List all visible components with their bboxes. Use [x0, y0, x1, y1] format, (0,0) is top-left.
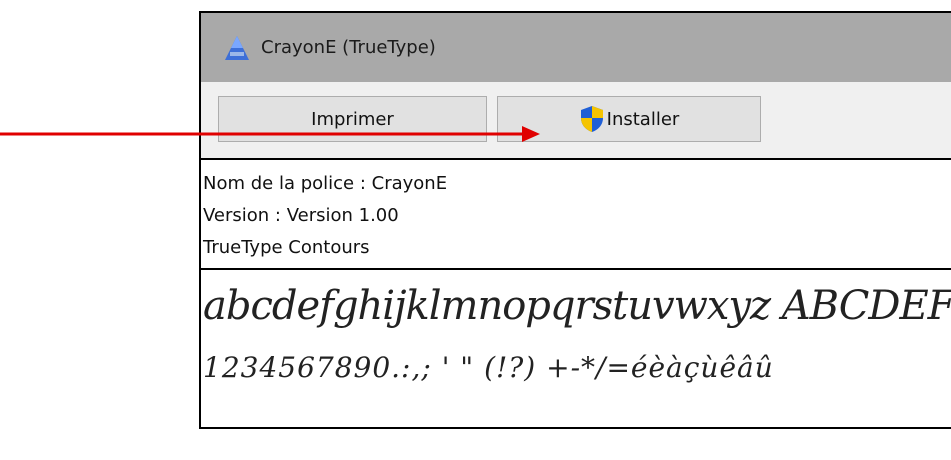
- annotation-arrow: [0, 126, 540, 142]
